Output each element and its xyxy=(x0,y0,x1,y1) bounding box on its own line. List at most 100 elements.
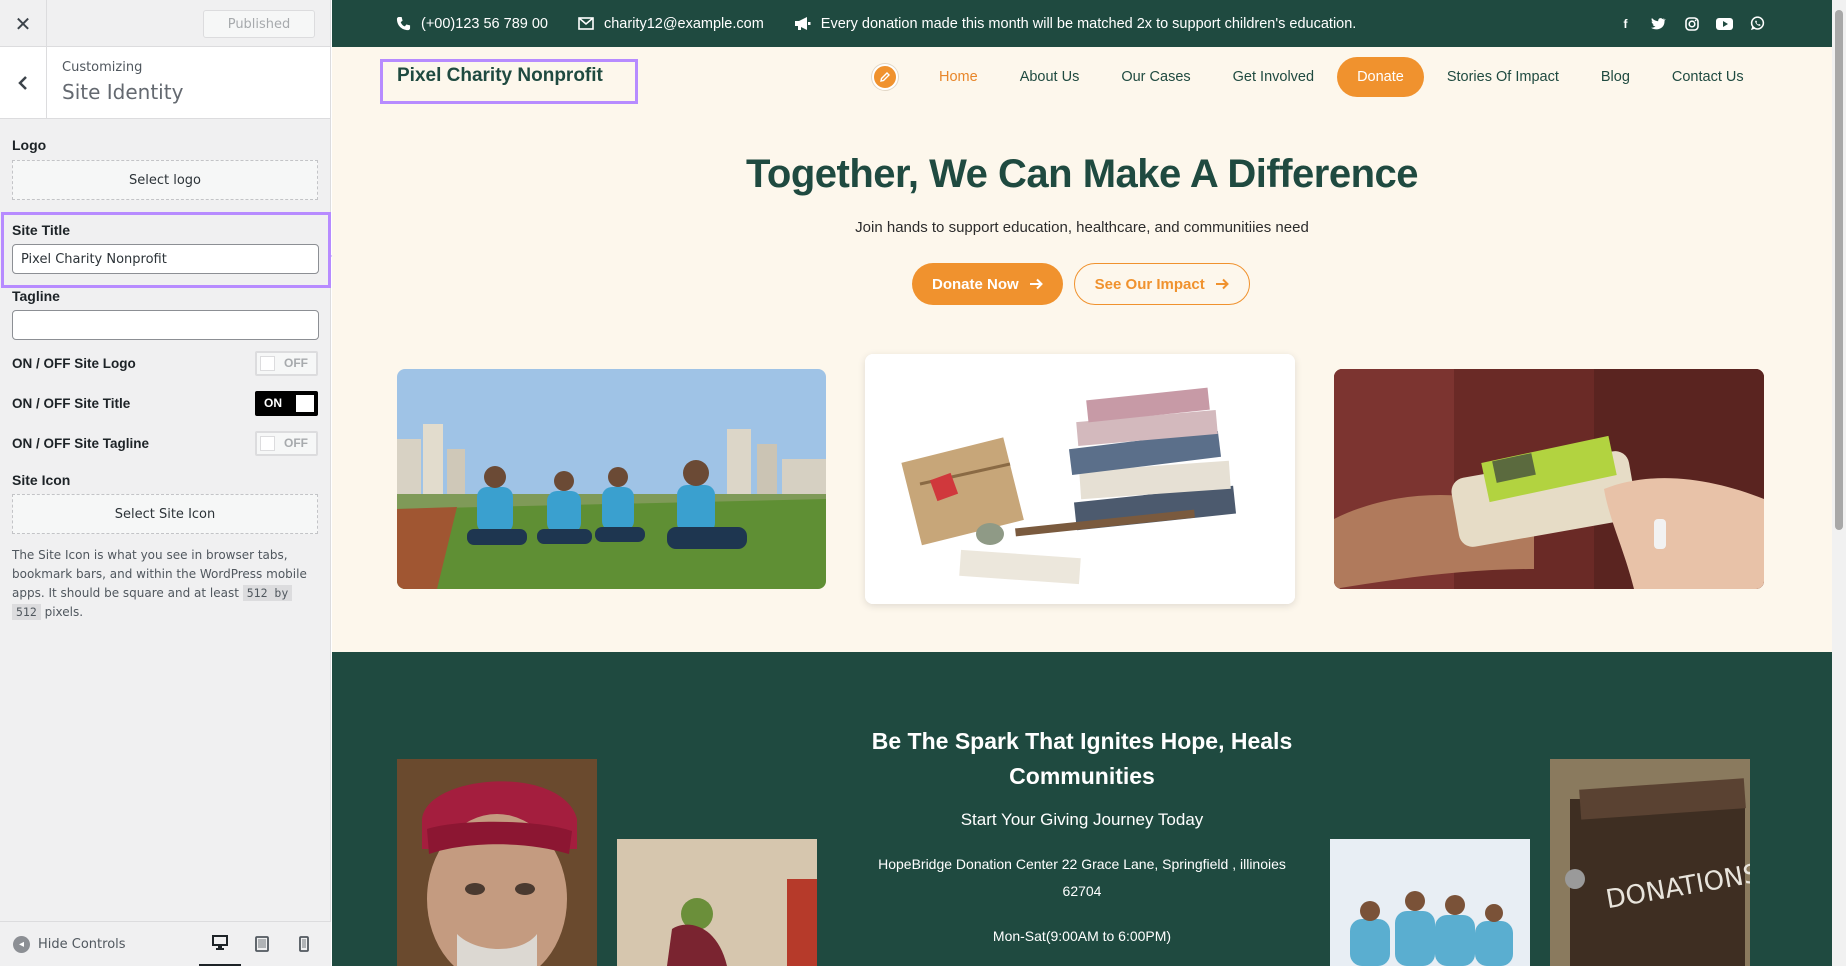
preview-scrollbar-thumb[interactable] xyxy=(1835,10,1843,530)
desktop-preview-button[interactable] xyxy=(199,922,241,966)
handing-donation-photo xyxy=(1334,369,1764,589)
toggle-state: OFF xyxy=(284,356,308,370)
youtube-icon[interactable] xyxy=(1716,15,1733,32)
instagram-icon[interactable] xyxy=(1683,15,1700,32)
select-logo-button[interactable]: Select logo xyxy=(12,160,318,200)
site-title-highlight xyxy=(380,59,638,104)
close-icon: ✕ xyxy=(14,11,32,36)
toggle-label: ON / OFF Site Title xyxy=(12,395,131,411)
section-header: Customizing Site Identity xyxy=(0,47,330,119)
announcement-text: Every donation made this month will be m… xyxy=(820,15,1357,32)
edit-shortcut-button[interactable] xyxy=(872,64,898,90)
social-links: f xyxy=(1617,15,1766,32)
giving-section: Be The Spark That Ignites Hope, Heals Co… xyxy=(332,652,1832,966)
toggle-state: ON xyxy=(264,396,282,410)
group-hug-photo xyxy=(1330,839,1530,966)
megaphone-icon xyxy=(794,17,811,30)
toggle-knob xyxy=(260,435,275,451)
customizer-footer: ◂ Hide Controls xyxy=(0,921,331,966)
giving-title-line: Be The Spark That Ignites Hope, Heals xyxy=(871,728,1293,754)
email-contact[interactable]: charity12@example.com xyxy=(578,16,764,32)
nav-home[interactable]: Home xyxy=(918,57,999,97)
arrow-right-icon xyxy=(1215,278,1229,290)
hide-controls-button[interactable]: ◂ Hide Controls xyxy=(13,935,126,953)
site-logo-toggle[interactable]: OFF xyxy=(255,350,318,376)
toggle-state: OFF xyxy=(284,436,308,450)
device-switcher xyxy=(199,922,325,966)
twitter-icon[interactable] xyxy=(1650,15,1667,32)
toggle-row-site-title: ON / OFF Site Title ON xyxy=(12,386,318,420)
donations-box-photo: DONATIONS xyxy=(1550,759,1750,966)
woman-photo xyxy=(617,839,817,966)
section-title: Site Identity xyxy=(62,80,184,104)
phone-icon xyxy=(396,16,411,31)
address-line: 62704 xyxy=(1062,883,1102,899)
main-nav: Home About Us Our Cases Get Involved Don… xyxy=(872,57,1765,97)
desktop-icon xyxy=(212,935,228,950)
nav-get-involved[interactable]: Get Involved xyxy=(1212,57,1335,97)
pencil-icon xyxy=(880,72,890,82)
elderly-man-photo xyxy=(397,759,597,966)
breadcrumb: Customizing xyxy=(62,60,143,75)
site-icon-label: Site Icon xyxy=(12,472,71,488)
publish-button[interactable]: Published xyxy=(203,10,315,38)
select-site-icon-button[interactable]: Select Site Icon xyxy=(12,494,318,534)
customizer-header-bar: ✕ Published xyxy=(0,0,330,47)
hero-buttons: Donate Now See Our Impact xyxy=(912,263,1250,305)
toggle-knob xyxy=(296,394,314,412)
customizer-sidebar: ✕ Published Customizing Site Identity Lo… xyxy=(0,0,331,966)
nav-our-cases[interactable]: Our Cases xyxy=(1100,57,1211,97)
nav-about-us[interactable]: About Us xyxy=(999,57,1101,97)
address-line: HopeBridge Donation Center 22 Grace Lane… xyxy=(878,856,1286,872)
announcement: Every donation made this month will be m… xyxy=(794,15,1357,32)
nav-stories-of-impact[interactable]: Stories Of Impact xyxy=(1426,57,1580,97)
arrow-right-icon xyxy=(1029,278,1043,290)
donation-center-address: HopeBridge Donation Center 22 Grace Lane… xyxy=(857,851,1307,905)
donate-now-button[interactable]: Donate Now xyxy=(912,263,1063,305)
controls-panel: Logo Select logo Site Title Tagline ON /… xyxy=(0,137,330,622)
hero-subtitle: Join hands to support education, healthc… xyxy=(855,219,1309,236)
books-gifts-photo xyxy=(865,354,1295,604)
site-title-highlight xyxy=(1,212,331,288)
facebook-icon[interactable]: f xyxy=(1617,15,1634,32)
site-preview: (+00)123 56 789 00 charity12@example.com… xyxy=(332,0,1832,966)
email-address: charity12@example.com xyxy=(603,15,764,32)
button-label: See Our Impact xyxy=(1094,275,1205,293)
nav-donate-button[interactable]: Donate xyxy=(1337,57,1424,97)
hero-title: Together, We Can Make A Difference xyxy=(745,152,1419,196)
site-icon-help: The Site Icon is what you see in browser… xyxy=(12,546,318,622)
tagline-label: Tagline xyxy=(12,288,60,304)
toggle-knob xyxy=(260,355,275,371)
help-code: 512 xyxy=(12,604,41,620)
button-label: Donate Now xyxy=(932,275,1019,293)
phone-contact[interactable]: (+00)123 56 789 00 xyxy=(396,16,548,32)
toggle-label: ON / OFF Site Logo xyxy=(12,355,136,371)
back-button[interactable] xyxy=(0,47,47,119)
tablet-preview-button[interactable] xyxy=(241,922,283,966)
help-code: 512 by xyxy=(242,585,293,601)
giving-title-line: Communities xyxy=(1009,763,1155,789)
nav-contact-us[interactable]: Contact Us xyxy=(1651,57,1765,97)
mobile-preview-button[interactable] xyxy=(283,922,325,966)
site-title-toggle[interactable]: ON xyxy=(255,390,318,416)
nav-blog[interactable]: Blog xyxy=(1580,57,1651,97)
chevron-left-icon xyxy=(18,76,27,90)
phone-number: (+00)123 56 789 00 xyxy=(421,15,548,32)
tablet-icon xyxy=(255,936,269,952)
toggle-row-site-tagline: ON / OFF Site Tagline OFF xyxy=(12,426,318,460)
tagline-input[interactable] xyxy=(12,310,319,340)
volunteers-photo xyxy=(397,369,826,589)
collapse-icon: ◂ xyxy=(13,935,30,953)
toggle-row-site-logo: ON / OFF Site Logo OFF xyxy=(12,346,318,380)
toggle-label: ON / OFF Site Tagline xyxy=(12,435,150,451)
envelope-icon xyxy=(578,17,594,30)
top-info-bar: (+00)123 56 789 00 charity12@example.com… xyxy=(332,0,1832,47)
whatsapp-icon[interactable] xyxy=(1749,15,1766,32)
see-our-impact-button[interactable]: See Our Impact xyxy=(1073,263,1250,305)
help-text: pixels. xyxy=(44,605,84,619)
mobile-icon xyxy=(299,936,309,952)
site-tagline-toggle[interactable]: OFF xyxy=(255,430,318,456)
close-customizer-button[interactable]: ✕ xyxy=(0,0,47,47)
hide-controls-label: Hide Controls xyxy=(38,936,126,952)
site-header: Pixel Charity Nonprofit Home About Us Ou… xyxy=(332,47,1832,112)
